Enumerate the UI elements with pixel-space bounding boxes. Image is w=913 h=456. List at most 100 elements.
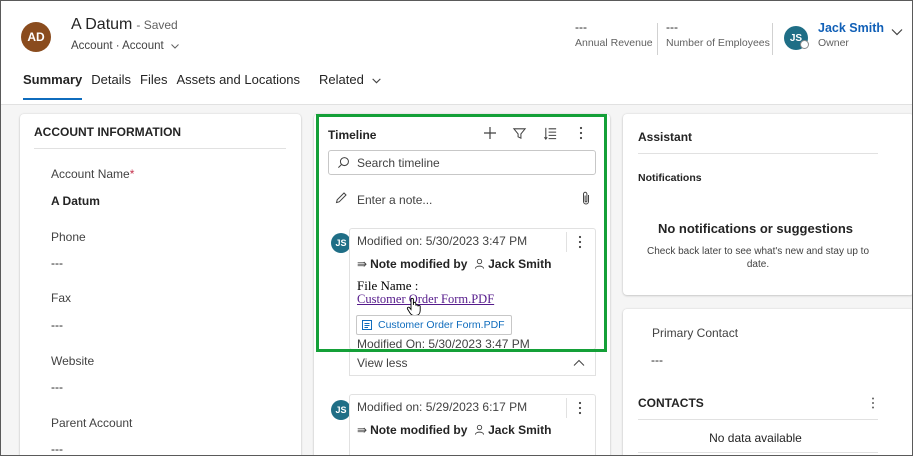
document-icon: [362, 320, 372, 330]
divider: [638, 452, 878, 453]
form-selector[interactable]: Account · Account: [71, 40, 180, 52]
contacts-section: Primary Contact --- CONTACTS No data ava…: [623, 309, 912, 455]
empty-notifications-title: No notifications or suggestions: [657, 221, 853, 236]
attachment-icon[interactable]: [581, 191, 591, 206]
empty-notifications-text: Check back later to see what's new and s…: [646, 246, 870, 270]
expand-header-chevron-icon[interactable]: [890, 25, 904, 39]
header-divider: [657, 23, 658, 55]
sort-list-icon[interactable]: [541, 124, 559, 142]
post-author[interactable]: Jack Smith: [488, 257, 551, 271]
record-header: AD A Datum - Saved Account · Account --- …: [1, 1, 912, 105]
presence-status-icon: [800, 40, 809, 49]
add-icon[interactable]: [481, 124, 499, 142]
post-author-avatar: JS: [331, 400, 351, 420]
timeline-post: Modified on: 5/29/2023 6:17 PM ⇛ Note mod…: [349, 394, 596, 455]
search-timeline-box: [328, 150, 596, 175]
person-icon: [474, 258, 484, 269]
notifications-label: Notifications: [638, 172, 702, 184]
annual-revenue-value: ---: [575, 20, 587, 34]
website-label: Website: [51, 354, 95, 368]
owner-name-link[interactable]: Jack Smith: [818, 21, 884, 35]
more-options-icon[interactable]: [572, 124, 590, 142]
divider: [638, 419, 878, 420]
parent-account-field[interactable]: ---: [51, 442, 63, 455]
tab-related[interactable]: Related: [319, 72, 382, 102]
post-author-avatar: JS: [331, 233, 351, 253]
entity-type: Account · Account: [71, 40, 164, 52]
tab-files[interactable]: Files: [140, 72, 167, 102]
header-divider: [772, 23, 773, 55]
employees-value: ---: [666, 20, 678, 34]
search-icon: [338, 157, 349, 168]
employees-label: Number of Employees: [666, 37, 770, 49]
phone-field[interactable]: ---: [51, 256, 63, 270]
contacts-more-options-icon[interactable]: [865, 395, 881, 411]
attachment-name: Customer Order Form.PDF: [378, 319, 505, 331]
assistant-section: Assistant Notifications No notifications…: [623, 114, 912, 295]
contacts-empty-message: No data available: [709, 431, 802, 445]
app-frame: AD A Datum - Saved Account · Account --- …: [0, 0, 913, 456]
form-tabs: Summary Details Files Assets and Locatio…: [23, 72, 391, 102]
header-field-annual-revenue: --- Annual Revenue: [575, 20, 653, 49]
view-less-button[interactable]: View less: [349, 350, 596, 376]
primary-contact-field[interactable]: ---: [651, 353, 663, 367]
phone-label: Phone: [51, 230, 86, 244]
account-name-label-text: Account Name: [51, 167, 130, 181]
record-name: A Datum: [71, 16, 133, 33]
timeline-post: Modified on: 5/30/2023 3:47 PM ⇛ Note mod…: [349, 228, 596, 351]
tab-related-label: Related: [319, 72, 364, 87]
tab-assets-and-locations[interactable]: Assets and Locations: [176, 72, 300, 102]
account-name-label: Account Name*: [51, 167, 134, 181]
fax-field[interactable]: ---: [51, 318, 63, 332]
assistant-title: Assistant: [638, 130, 693, 144]
timeline-section: Timeline Enter a note... JS Modified on:…: [314, 114, 610, 455]
search-timeline-input[interactable]: [357, 154, 587, 171]
divider: [566, 398, 567, 418]
view-less-label: View less: [357, 356, 408, 370]
section-title: ACCOUNT INFORMATION: [34, 125, 182, 139]
header-field-employees: --- Number of Employees: [666, 20, 770, 49]
filter-icon[interactable]: [510, 124, 528, 142]
chevron-down-icon: [171, 44, 179, 49]
post-author[interactable]: Jack Smith: [488, 423, 551, 437]
annual-revenue-label: Annual Revenue: [575, 37, 653, 49]
enter-note-placeholder: Enter a note...: [357, 193, 433, 207]
file-name-link[interactable]: Customer Order Form.PDF: [357, 292, 494, 307]
fax-label: Fax: [51, 291, 72, 305]
enter-note-row[interactable]: Enter a note...: [328, 188, 598, 210]
note-arrow-icon: ⇛: [357, 423, 368, 437]
owner-label: Owner: [818, 37, 849, 49]
post-subtitle-text: Note modified by: [370, 423, 468, 437]
post-subtitle: ⇛ Note modified by Jack Smith: [357, 423, 551, 437]
attachment-chip[interactable]: Customer Order Form.PDF: [356, 315, 512, 335]
post-more-options-icon[interactable]: [571, 233, 589, 251]
pencil-icon: [335, 192, 347, 204]
parent-account-label: Parent Account: [51, 416, 133, 430]
account-information-section: ACCOUNT INFORMATION Account Name* A Datu…: [20, 114, 301, 455]
chevron-up-icon: [573, 359, 585, 366]
website-field[interactable]: ---: [51, 380, 63, 394]
chevron-down-icon: [372, 78, 382, 84]
note-arrow-icon: ⇛: [357, 257, 368, 271]
tab-details[interactable]: Details: [91, 72, 131, 102]
required-indicator: *: [129, 167, 135, 181]
post-footer-date: Modified On: 5/30/2023 3:47 PM: [357, 337, 530, 351]
divider: [638, 153, 878, 154]
contacts-title: CONTACTS: [638, 396, 704, 410]
post-more-options-icon[interactable]: [571, 399, 589, 417]
record-title: A Datum - Saved: [71, 16, 178, 34]
primary-contact-label: Primary Contact: [652, 326, 739, 340]
post-subtitle-text: Note modified by: [370, 257, 468, 271]
hand-cursor-icon: [406, 297, 421, 316]
post-modified-date: Modified on: 5/30/2023 3:47 PM: [357, 234, 528, 248]
post-modified-date: Modified on: 5/29/2023 6:17 PM: [357, 400, 528, 414]
divider: [34, 148, 286, 149]
timeline-title: Timeline: [328, 128, 377, 142]
divider: [566, 232, 567, 252]
tab-summary[interactable]: Summary: [23, 72, 83, 102]
account-avatar: AD: [21, 22, 51, 52]
person-icon: [474, 424, 484, 435]
post-subtitle: ⇛ Note modified by Jack Smith: [357, 257, 551, 271]
save-status: - Saved: [136, 18, 178, 32]
account-name-field[interactable]: A Datum: [51, 194, 100, 208]
